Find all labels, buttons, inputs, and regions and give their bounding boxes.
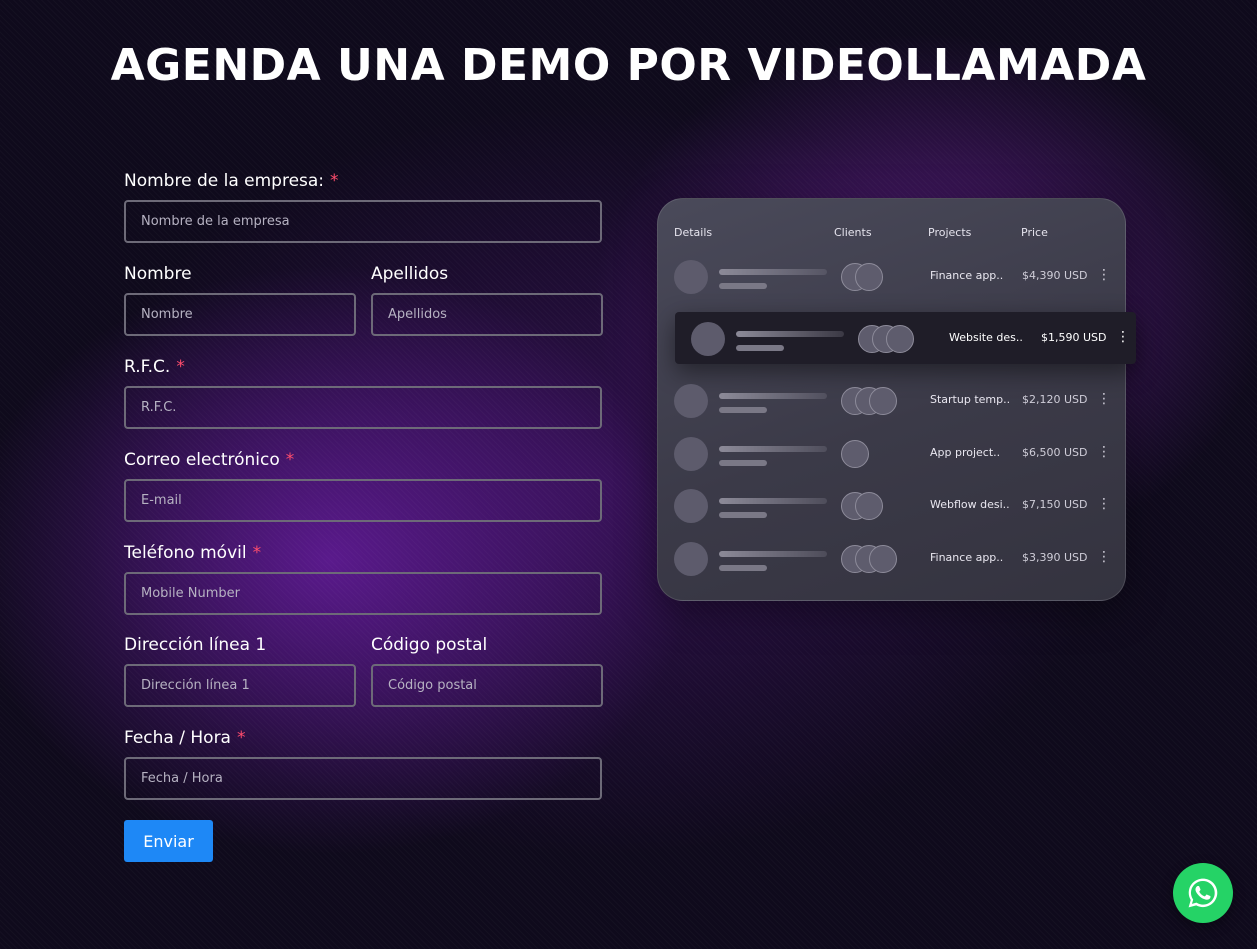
preview-row: Webflow desi.. $7,150 USD ⋮ [658,479,1127,531]
required-asterisk: * [285,450,295,470]
project-name: Website des.. [949,331,1023,344]
placeholder-bar [719,565,767,571]
datetime-label-text: Fecha / Hora [124,728,231,748]
placeholder-bar [719,460,767,466]
preview-row: App project.. $6,500 USD ⋮ [658,427,1127,479]
avatar [674,260,708,294]
whatsapp-button[interactable] [1173,863,1233,923]
project-name: Startup temp.. [930,393,1011,406]
postal-label: Código postal [371,635,488,655]
more-options-icon[interactable]: ⋮ [1097,546,1111,568]
client-avatar [869,387,897,415]
phone-input[interactable] [124,572,602,615]
phone-group: Teléfono móvil * [124,542,602,615]
avatar [674,384,708,418]
datetime-label: Fecha / Hora * [124,727,602,749]
placeholder-bar [719,446,827,452]
project-price: $4,390 USD [1022,269,1088,282]
preview-row: Website des.. $1,590 USD ⋮ [675,312,1136,364]
header-price: Price [1021,226,1048,239]
address-line-group: Dirección línea 1 [124,634,356,707]
avatar [674,542,708,576]
placeholder-bar [719,407,767,413]
preview-row: Startup temp.. $2,120 USD ⋮ [658,374,1127,426]
company-group: Nombre de la empresa: * [124,170,602,243]
header-projects: Projects [928,226,972,239]
address-input[interactable] [124,664,356,707]
postal-input[interactable] [371,664,603,707]
preview-row: Finance app.. $3,390 USD ⋮ [658,532,1127,584]
more-options-icon[interactable]: ⋮ [1097,264,1111,286]
placeholder-bar [719,551,827,557]
email-label-text: Correo electrónico [124,450,280,470]
project-name: Webflow desi.. [930,498,1010,511]
more-options-icon[interactable]: ⋮ [1097,441,1111,463]
placeholder-bar [736,331,844,337]
avatar [674,437,708,471]
project-name: Finance app.. [930,551,1004,564]
client-avatar [855,492,883,520]
submit-button[interactable]: Enviar [124,820,213,862]
placeholder-bar [719,498,827,504]
placeholder-bar [719,512,767,518]
required-asterisk: * [176,357,185,377]
rfc-label: R.F.C. * [124,356,602,378]
last-name-label: Apellidos [371,264,449,284]
first-name-input[interactable] [124,293,356,336]
rfc-label-text: R.F.C. [124,357,171,377]
datetime-input[interactable] [124,757,602,800]
rfc-input[interactable] [124,386,602,429]
avatar [674,489,708,523]
page-title: AGENDA UNA DEMO POR VIDEOLLAMADA [110,40,1147,91]
company-label: Nombre de la empresa: * [124,170,602,192]
project-price: $7,150 USD [1022,498,1088,511]
email-input[interactable] [124,479,602,522]
required-asterisk: * [330,171,339,191]
project-price: $1,590 USD [1041,331,1107,344]
header-details: Details [674,226,713,239]
preview-row: Finance app.. $4,390 USD ⋮ [658,250,1127,302]
required-asterisk: * [252,543,262,563]
phone-label-text: Teléfono móvil [124,543,247,563]
avatar [691,322,725,356]
phone-label: Teléfono móvil * [124,542,602,564]
required-asterisk: * [236,728,246,748]
postal-group: Código postal [371,634,603,707]
rfc-group: R.F.C. * [124,356,602,429]
placeholder-bar [736,345,784,351]
project-price: $6,500 USD [1022,446,1088,459]
project-name: App project.. [930,446,1001,459]
placeholder-bar [719,269,827,275]
last-name-input[interactable] [371,293,603,336]
more-options-icon[interactable]: ⋮ [1097,493,1111,515]
datetime-group: Fecha / Hora * [124,727,602,800]
more-options-icon[interactable]: ⋮ [1116,326,1130,348]
project-price: $3,390 USD [1022,551,1088,564]
email-label: Correo electrónico * [124,449,602,471]
preview-card: Details Clients Projects Price Finance a… [657,198,1136,601]
project-price: $2,120 USD [1022,393,1088,406]
client-avatar [886,325,914,353]
more-options-icon[interactable]: ⋮ [1097,388,1111,410]
whatsapp-icon [1188,878,1218,908]
first-name-group: Nombre [124,263,356,336]
last-name-group: Apellidos [371,263,603,336]
address-label: Dirección línea 1 [124,635,267,655]
project-name: Finance app.. [930,269,1004,282]
client-avatar [841,440,869,468]
company-input[interactable] [124,200,602,243]
company-label-text: Nombre de la empresa: [124,171,325,191]
client-avatar [855,263,883,291]
client-avatar [869,545,897,573]
placeholder-bar [719,283,767,289]
header-clients: Clients [834,226,872,239]
first-name-label: Nombre [124,264,192,284]
placeholder-bar [719,393,827,399]
email-group: Correo electrónico * [124,449,602,522]
